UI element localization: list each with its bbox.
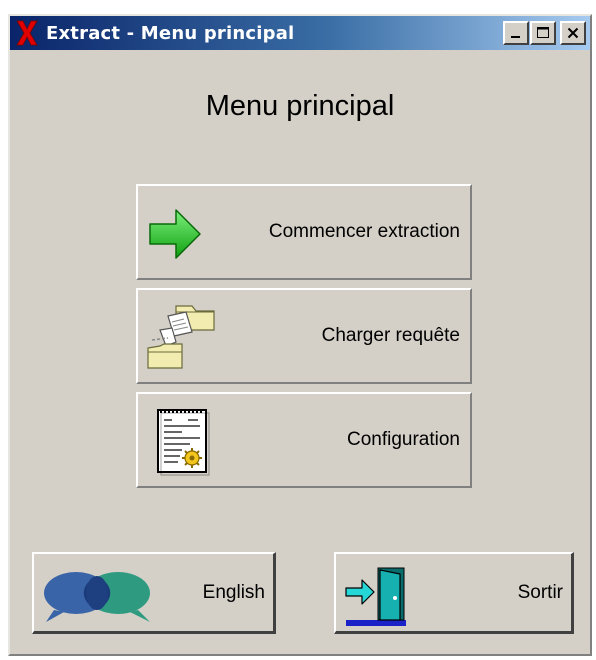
speech-bubbles-icon — [42, 566, 154, 624]
app-x-icon — [14, 18, 40, 48]
exit-door-icon — [342, 562, 414, 628]
load-query-label: Charger requête — [321, 325, 460, 346]
minimize-icon — [511, 36, 520, 38]
green-arrow-icon — [142, 194, 218, 270]
load-query-button[interactable]: Charger requête — [136, 288, 472, 384]
configuration-button[interactable]: Configuration — [136, 392, 472, 488]
settings-document-icon — [142, 402, 218, 478]
main-window: Extract - Menu principal Menu principal — [8, 14, 592, 656]
configuration-label: Configuration — [346, 429, 460, 450]
start-extraction-label: Commencer extraction — [268, 221, 460, 242]
title-bar[interactable]: Extract - Menu principal — [10, 16, 590, 50]
maximize-icon — [537, 27, 549, 38]
close-icon — [567, 27, 579, 39]
minimize-button[interactable] — [503, 21, 529, 45]
page-title: Menu principal — [205, 90, 395, 122]
english-label: English — [202, 581, 265, 603]
start-extraction-button[interactable]: Commencer extraction — [136, 184, 472, 280]
exit-button[interactable]: Sortir — [334, 552, 574, 634]
exit-label: Sortir — [517, 581, 563, 603]
window-title: Extract - Menu principal — [46, 22, 295, 44]
english-button[interactable]: English — [32, 552, 276, 634]
close-button[interactable] — [560, 21, 586, 45]
window-controls — [502, 21, 586, 45]
maximize-button[interactable] — [530, 21, 556, 45]
load-folder-icon — [142, 298, 218, 374]
